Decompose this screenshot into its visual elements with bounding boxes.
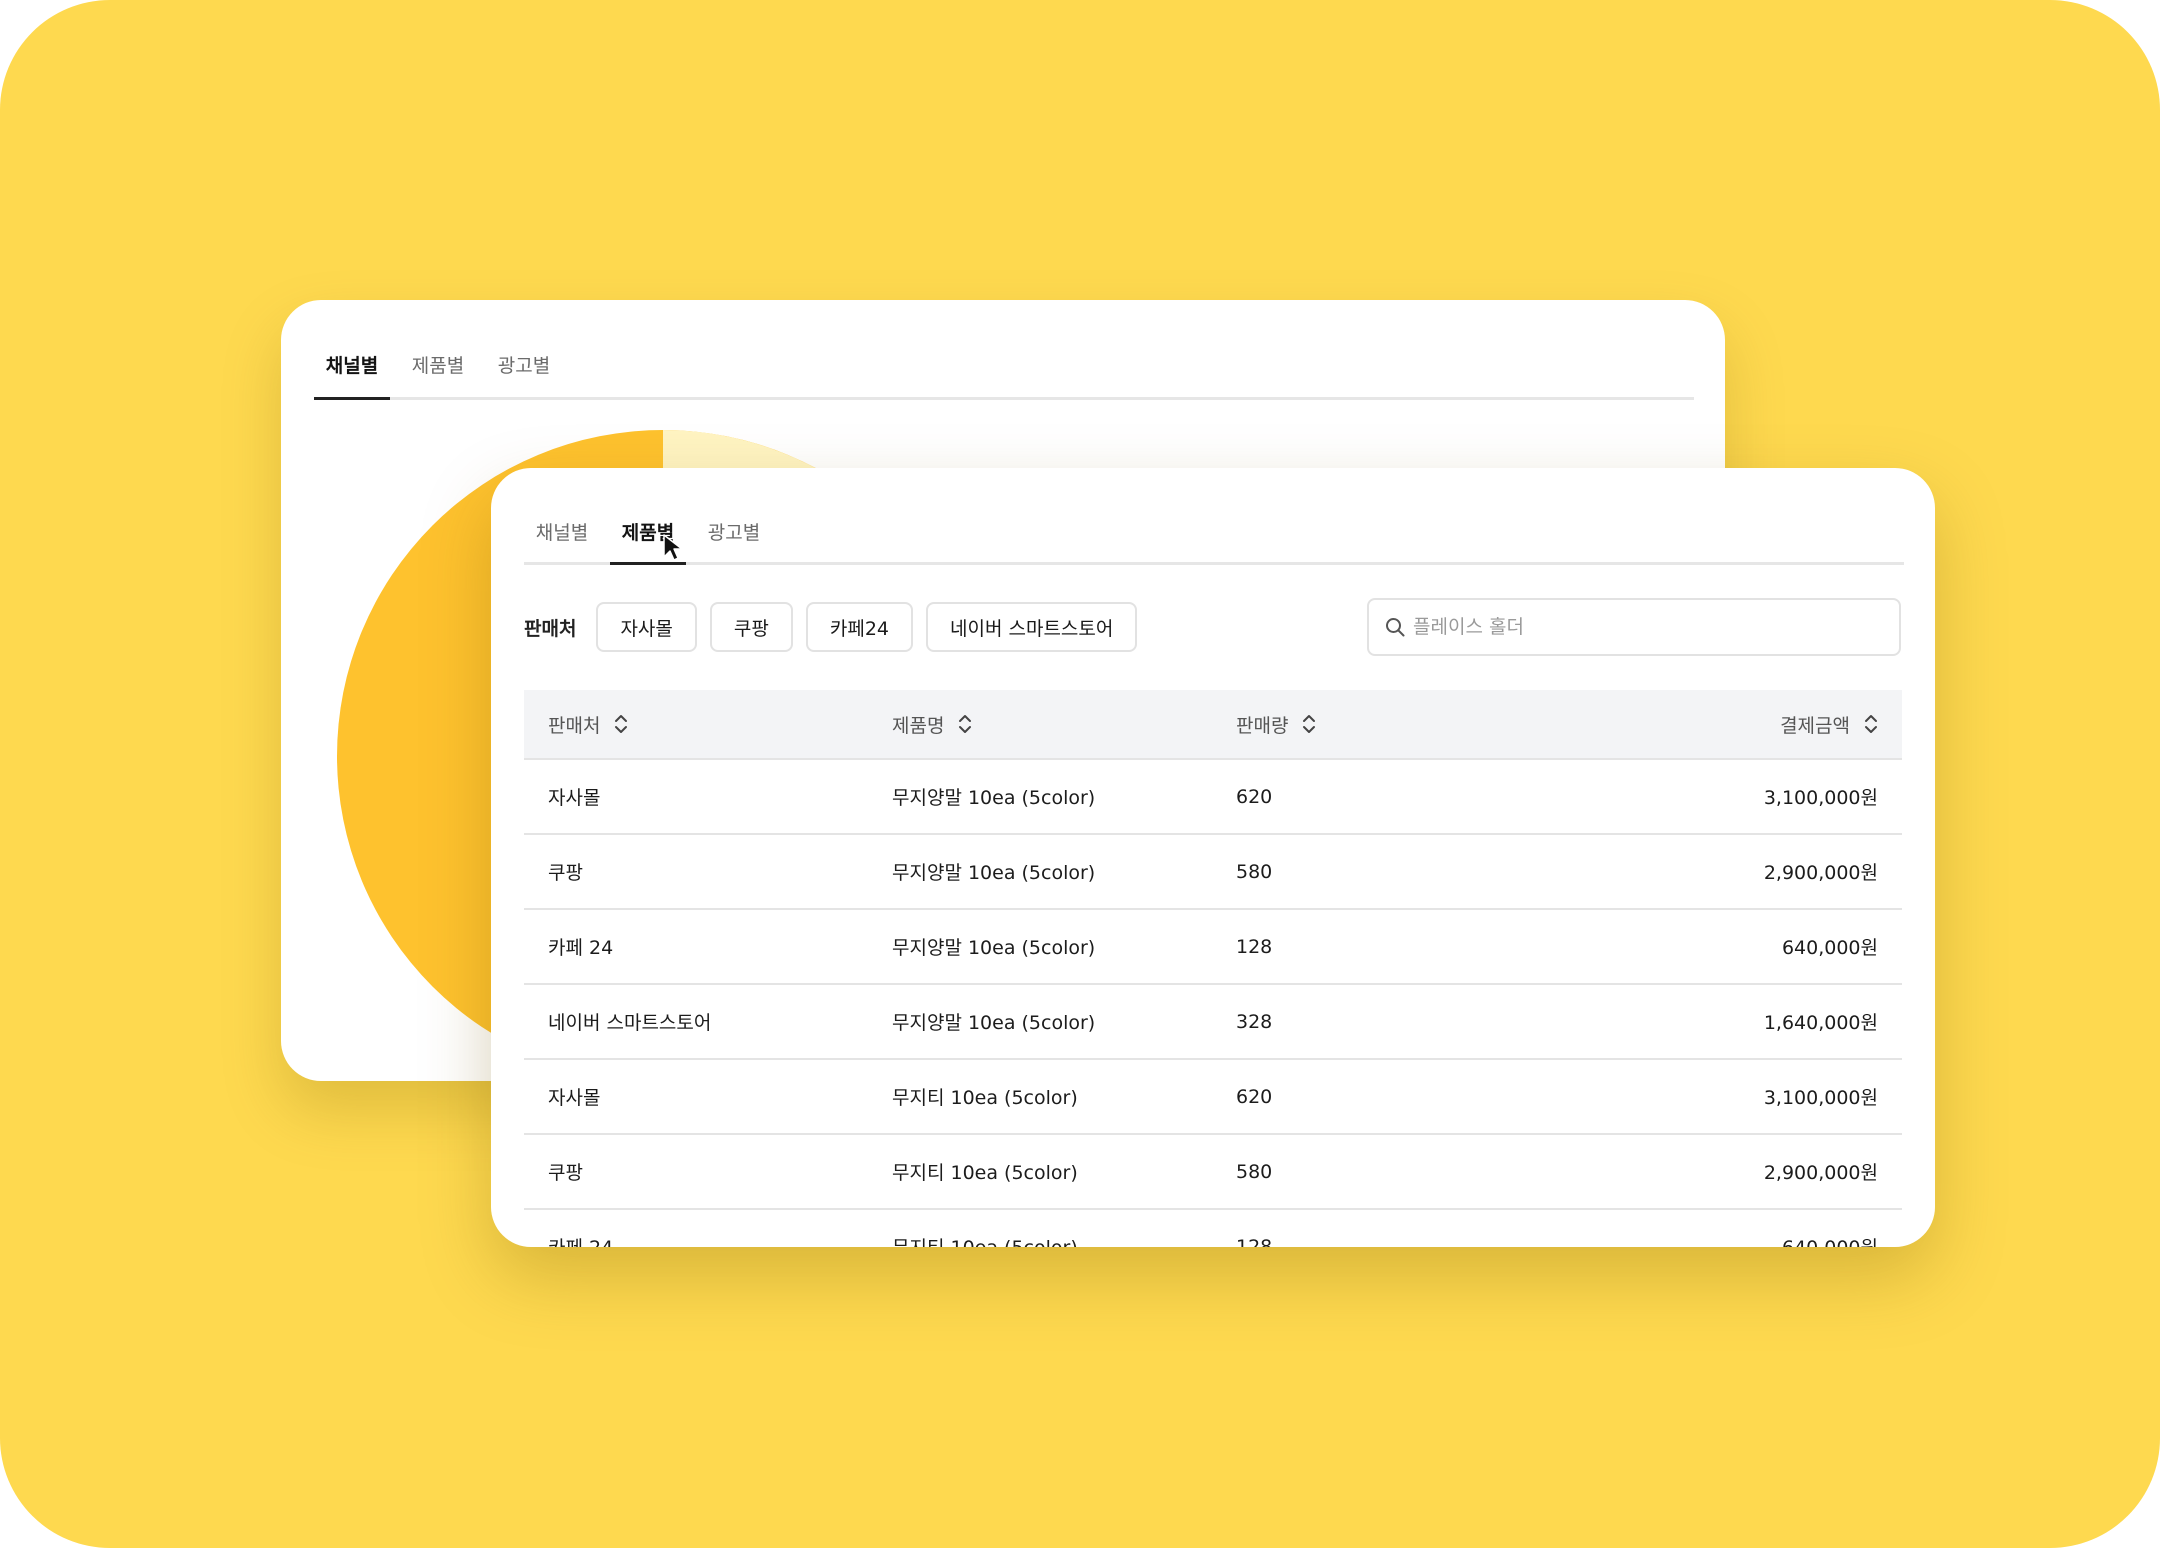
tab-channel[interactable]: 채널별 — [314, 332, 390, 400]
column-header-seller[interactable]: 판매처 — [524, 711, 868, 738]
column-header-amount[interactable]: 결제금액 — [1556, 711, 1902, 738]
cell-quantity: 620 — [1236, 1085, 1273, 1108]
cell-amount: 1,640,000원 — [1763, 1012, 1878, 1034]
table-row[interactable]: 네이버 스마트스토어 무지양말 10ea (5color) 328 1,640,… — [524, 985, 1902, 1060]
table-row[interactable]: 카페 24 무지양말 10ea (5color) 128 640,000원 — [524, 910, 1902, 985]
cell-product: 무지양말 10ea (5color) — [892, 1012, 1096, 1034]
cell-product: 무지양말 10ea (5color) — [892, 862, 1096, 884]
cell-seller: 자사몰 — [548, 1087, 601, 1109]
table-row[interactable]: 자사몰 무지티 10ea (5color) 620 3,100,000원 — [524, 1060, 1902, 1135]
tab-product[interactable]: 제품별 — [400, 332, 476, 397]
tab-ad[interactable]: 광고별 — [696, 500, 772, 562]
table-row[interactable]: 카페 24 무지티 10ea (5color) 128 640,000원 — [524, 1210, 1902, 1248]
tab-channel[interactable]: 채널별 — [524, 500, 600, 562]
cell-quantity: 620 — [1236, 785, 1273, 808]
column-header-label: 제품명 — [892, 714, 945, 737]
column-header-label: 판매량 — [1236, 714, 1289, 737]
tab-ad[interactable]: 광고별 — [486, 332, 562, 397]
table-row[interactable]: 쿠팡 무지티 10ea (5color) 580 2,900,000원 — [524, 1135, 1902, 1210]
cell-amount: 2,900,000원 — [1763, 1162, 1878, 1184]
chip-own-mall[interactable]: 자사몰 — [596, 602, 697, 652]
cell-product: 무지양말 10ea (5color) — [892, 787, 1096, 809]
chip-naver-smartstore[interactable]: 네이버 스마트스토어 — [926, 602, 1138, 652]
filter-label: 판매처 — [524, 617, 577, 640]
seller-filter: 판매처 자사몰 쿠팡 카페24 네이버 스마트스토어 — [524, 601, 1150, 653]
search-icon — [1386, 618, 1405, 637]
sort-icon[interactable] — [1864, 714, 1878, 734]
cell-amount: 3,100,000원 — [1763, 787, 1878, 809]
cell-seller: 자사몰 — [548, 787, 601, 809]
search-input[interactable] — [1411, 615, 1875, 639]
tab-bar: 채널별 제품별 광고별 — [524, 500, 1904, 565]
sort-icon[interactable] — [1302, 714, 1316, 734]
cell-quantity: 128 — [1236, 935, 1273, 958]
cell-product: 무지양말 10ea (5color) — [892, 937, 1096, 959]
tab-bar: 채널별 제품별 광고별 — [314, 332, 1694, 400]
cell-quantity: 128 — [1236, 1235, 1273, 1248]
column-header-label: 판매처 — [548, 714, 601, 737]
table-header: 판매처 제품명 판매량 결제금액 — [524, 690, 1902, 760]
table-row[interactable]: 쿠팡 무지양말 10ea (5color) 580 2,900,000원 — [524, 835, 1902, 910]
cell-amount: 640,000원 — [1556, 1233, 1902, 1247]
cell-seller: 네이버 스마트스토어 — [548, 1012, 712, 1034]
cell-seller: 카페 24 — [524, 1233, 868, 1247]
column-header-product[interactable]: 제품명 — [868, 711, 1212, 738]
search-field[interactable] — [1367, 598, 1901, 656]
sort-icon[interactable] — [614, 714, 628, 734]
cell-quantity: 580 — [1236, 1160, 1273, 1183]
mouse-cursor-icon — [663, 534, 683, 561]
table-row[interactable]: 자사몰 무지양말 10ea (5color) 620 3,100,000원 — [524, 760, 1902, 835]
cell-amount: 640,000원 — [1781, 937, 1878, 959]
cell-amount: 2,900,000원 — [1763, 862, 1878, 884]
cell-amount: 3,100,000원 — [1763, 1087, 1878, 1109]
cell-quantity: 328 — [1236, 1010, 1273, 1033]
chip-cafe24[interactable]: 카페24 — [805, 602, 914, 652]
column-header-label: 결제금액 — [1780, 714, 1850, 737]
cell-product: 무지티 10ea (5color) — [892, 1087, 1078, 1109]
sort-icon[interactable] — [958, 714, 972, 734]
cell-product: 무지티 10ea (5color) — [868, 1233, 1212, 1247]
cell-seller: 쿠팡 — [548, 862, 583, 884]
cell-seller: 쿠팡 — [548, 1162, 583, 1184]
sales-table: 판매처 제품명 판매량 결제금액 자사몰 무지양말 10ea (5color) … — [524, 690, 1902, 1247]
cell-quantity: 580 — [1236, 860, 1273, 883]
product-card: 채널별 제품별 광고별 판매처 자사몰 쿠팡 카페24 네이버 스마트스토어 판… — [491, 468, 1935, 1247]
chip-coupang[interactable]: 쿠팡 — [709, 602, 793, 652]
cell-seller: 카페 24 — [548, 937, 614, 959]
cell-product: 무지티 10ea (5color) — [892, 1162, 1078, 1184]
background-stage: 채널별 제품별 광고별 채널별 제품별 광고별 판매처 자사몰 쿠팡 카페24 … — [0, 0, 2160, 1548]
column-header-quantity[interactable]: 판매량 — [1212, 711, 1556, 738]
